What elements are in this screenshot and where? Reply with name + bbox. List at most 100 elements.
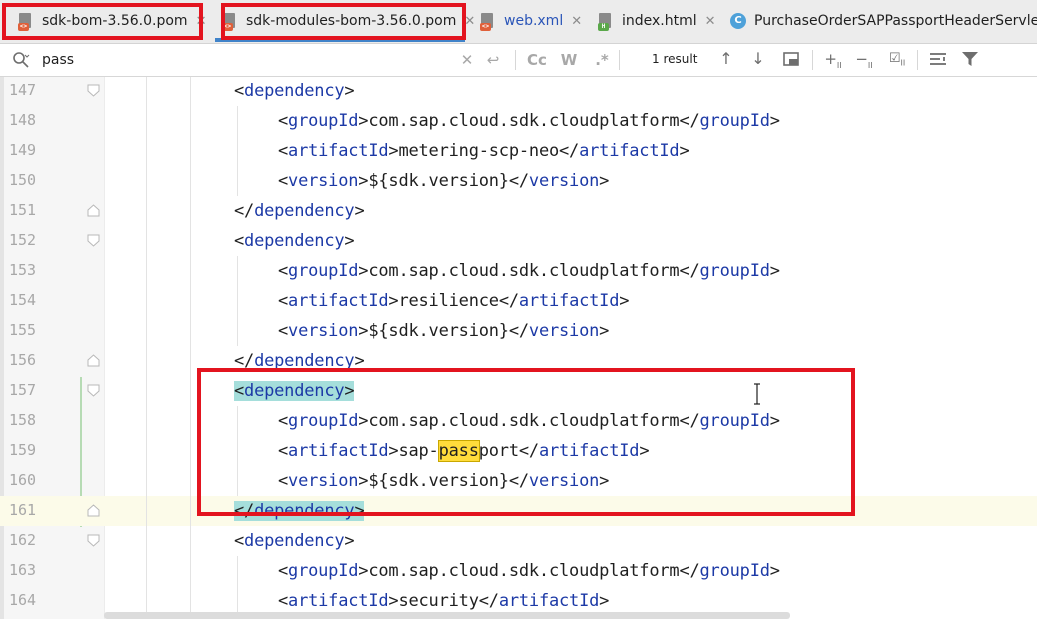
indent-guide (237, 256, 238, 286)
fold-start-icon[interactable] (87, 534, 100, 547)
indent-guide (237, 316, 238, 346)
tag-name: artifactId (498, 591, 600, 611)
code-text[interactable]: <version>${sdk.version}</version> (278, 321, 609, 341)
indent-guide (190, 556, 191, 586)
tab-index-html[interactable]: H index.html ✕ (598, 4, 716, 38)
code-editor[interactable]: 147 <dependency> 148 <groupId>com.sap.cloud… (0, 77, 1037, 619)
tag-bracket: < (278, 141, 289, 161)
indent-guide (146, 436, 147, 466)
tag-value: com.sap.cloud.sdk.cloudplatform (368, 261, 680, 281)
tag-name: version (528, 171, 600, 191)
search-icon[interactable] (12, 51, 30, 69)
next-occurrence-icon[interactable]: ↓ (747, 48, 769, 70)
tag-bracket: > (344, 81, 355, 101)
add-occurrence-icon[interactable]: +II (822, 48, 844, 70)
tag-name: dependency (244, 531, 345, 551)
tag-name: artifactId (288, 291, 389, 311)
web-xml-file-icon: <> (480, 13, 496, 31)
search-input[interactable] (42, 50, 442, 70)
select-all-icon[interactable]: ☑II (886, 48, 908, 70)
code-text[interactable]: <artifactId>security</artifactId> (278, 591, 609, 611)
tag-bracket: </ (508, 171, 529, 191)
indent-guide (146, 106, 147, 136)
tag-bracket: > (358, 171, 369, 191)
tag-value: security (398, 591, 479, 611)
toolbar-divider (515, 50, 516, 70)
code-line[interactable]: 162 <dependency> (0, 526, 1037, 556)
fold-start-icon[interactable] (87, 234, 100, 247)
tag-bracket: </ (679, 261, 700, 281)
indent-guide (237, 556, 238, 586)
line-number: 159 (9, 441, 37, 459)
fold-end-icon[interactable] (87, 504, 100, 517)
code-text[interactable]: <groupId>com.sap.cloud.sdk.cloudplatform… (278, 261, 780, 281)
tag-name: groupId (699, 261, 770, 281)
code-line[interactable]: 150 <version>${sdk.version}</version> (0, 166, 1037, 196)
code-text[interactable]: <groupId>com.sap.cloud.sdk.cloudplatform… (278, 561, 780, 581)
toolbar-divider (619, 50, 620, 70)
previous-occurrence-icon[interactable]: ↑ (715, 48, 737, 70)
horizontal-scrollbar[interactable] (104, 612, 790, 619)
tag-name: dependency (254, 201, 355, 221)
code-text[interactable]: <dependency> (234, 231, 355, 251)
regex-toggle[interactable]: .* (592, 50, 612, 70)
text-cursor-icon (754, 383, 760, 405)
tag-bracket: > (599, 321, 610, 341)
indent-guide (237, 166, 238, 196)
tag-bracket: < (234, 231, 245, 251)
filter-icon[interactable] (959, 48, 981, 70)
fold-end-icon[interactable] (87, 354, 100, 367)
fold-start-icon[interactable] (87, 384, 100, 397)
code-line[interactable]: 154 <artifactId>resilience</artifactId> (0, 286, 1037, 316)
code-line[interactable]: 149 <artifactId>metering-scp-neo</artifac… (0, 136, 1037, 166)
in-selection-icon[interactable] (927, 48, 949, 70)
remove-occurrence-icon[interactable]: −II (853, 48, 875, 70)
indent-guide (146, 376, 147, 406)
close-icon[interactable]: ✕ (571, 14, 582, 29)
java-class-icon: C (730, 13, 746, 29)
indent-guide (146, 256, 147, 286)
editor-tab-bar: <> sdk-bom-3.56.0.pom ✕ <> sdk-modules-b… (0, 0, 1037, 44)
tag-name: version (528, 321, 600, 341)
line-number: 158 (9, 411, 37, 429)
code-line[interactable]: 163 <groupId>com.sap.cloud.sdk.cloudplatf… (0, 556, 1037, 586)
tag-value: com.sap.cloud.sdk.cloudplatform (368, 561, 680, 581)
indent-guide (146, 466, 147, 496)
clear-search-icon[interactable]: ✕ (460, 50, 474, 70)
select-all-occurrences-icon[interactable] (780, 48, 802, 70)
match-case-toggle[interactable]: Cc (526, 50, 548, 70)
indent-guide (190, 196, 191, 226)
tab-purchase-order-servlet[interactable]: C PurchaseOrderSAPPassportHeaderServlet.… (730, 4, 1037, 38)
tag-bracket: < (234, 81, 245, 101)
tag-name: version (288, 321, 359, 341)
indent-guide (190, 496, 191, 526)
tab-web-xml[interactable]: <> web.xml ✕ (480, 4, 582, 38)
code-line[interactable]: 155 <version>${sdk.version}</version> (0, 316, 1037, 346)
code-line[interactable]: 147 <dependency> (0, 77, 1037, 106)
code-text[interactable]: <artifactId>resilience</artifactId> (278, 291, 629, 311)
indent-guide (146, 496, 147, 526)
whole-words-toggle[interactable]: W (559, 50, 579, 70)
tag-name: groupId (288, 261, 359, 281)
code-text[interactable]: <dependency> (234, 81, 355, 101)
tag-bracket: </ (234, 201, 255, 221)
new-line-icon[interactable]: ↩ (484, 50, 502, 70)
code-line[interactable]: 151 </dependency> (0, 196, 1037, 226)
tag-name: dependency (244, 231, 345, 251)
code-text[interactable]: </dependency> (234, 201, 365, 221)
code-text[interactable]: <version>${sdk.version}</version> (278, 171, 609, 191)
tag-value: com.sap.cloud.sdk.cloudplatform (368, 111, 680, 131)
indent-guide (190, 406, 191, 436)
close-icon[interactable]: ✕ (705, 14, 716, 29)
code-text[interactable]: <groupId>com.sap.cloud.sdk.cloudplatform… (278, 111, 780, 131)
code-text[interactable]: <artifactId>metering-scp-neo</artifactId… (278, 141, 690, 161)
code-text[interactable]: <dependency> (234, 531, 355, 551)
close-icon[interactable]: ✕ (464, 14, 475, 29)
line-number: 160 (9, 471, 37, 489)
code-line[interactable]: 153 <groupId>com.sap.cloud.sdk.cloudplatf… (0, 256, 1037, 286)
fold-end-icon[interactable] (87, 204, 100, 217)
fold-start-icon[interactable] (87, 84, 100, 97)
tag-bracket: < (278, 261, 289, 281)
code-line[interactable]: 148 <groupId>com.sap.cloud.sdk.cloudplatf… (0, 106, 1037, 136)
code-line[interactable]: 152 <dependency> (0, 226, 1037, 256)
